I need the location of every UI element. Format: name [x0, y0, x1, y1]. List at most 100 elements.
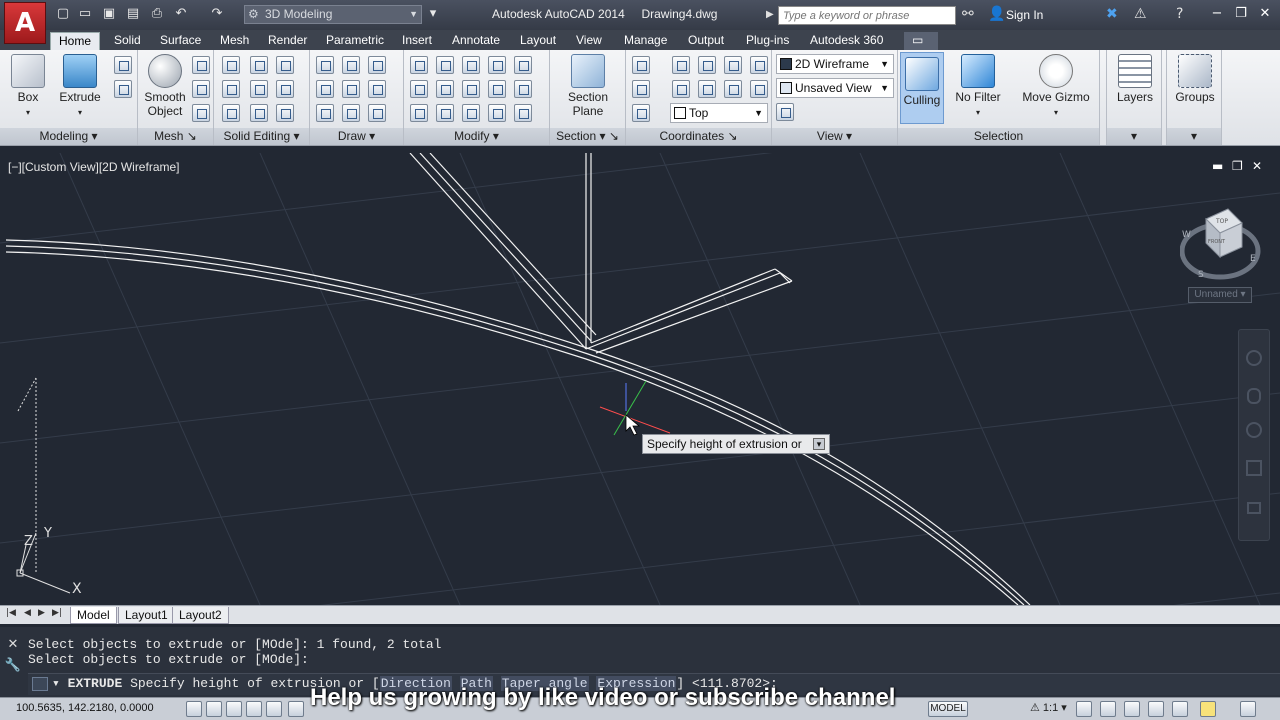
tab-layout[interactable]: Layout — [512, 32, 564, 50]
offset-icon[interactable] — [436, 80, 454, 98]
move-icon[interactable] — [316, 56, 334, 74]
options-down-icon[interactable]: ▾ — [813, 438, 825, 450]
move-gizmo-button[interactable]: Move Gizmo ▾ — [1018, 54, 1094, 118]
3d-mirror-icon[interactable] — [488, 56, 506, 74]
presspull-icon[interactable] — [114, 80, 132, 98]
mesh-smooth-more-icon[interactable] — [192, 56, 210, 74]
tab-solid[interactable]: Solid — [106, 32, 149, 50]
panel-title-draw[interactable]: Draw ▾ — [310, 128, 403, 145]
recent-commands-icon[interactable] — [32, 676, 48, 691]
3d-rotate-icon[interactable] — [462, 56, 480, 74]
groups-expand[interactable]: ▾ — [1167, 128, 1221, 145]
layers-button[interactable]: Layers — [1113, 54, 1157, 104]
ucs-zaxis-icon[interactable] — [724, 80, 742, 98]
spline-icon[interactable] — [316, 80, 334, 98]
ucs-origin-icon[interactable] — [632, 104, 650, 122]
view-direction-select[interactable]: Top ▼ — [670, 103, 768, 123]
panel-title-modify[interactable]: Modify ▾ — [404, 128, 549, 145]
named-ucs-menu[interactable]: Unnamed ▾ — [1188, 287, 1252, 303]
slice-icon[interactable] — [250, 104, 268, 122]
groups-button[interactable]: Groups — [1173, 54, 1217, 104]
panel-title-section[interactable]: Section ▾ ↘ — [550, 128, 625, 145]
lock-icon[interactable] — [1124, 701, 1140, 717]
3d-scale-icon[interactable] — [514, 56, 532, 74]
stretch-icon[interactable] — [436, 104, 454, 122]
model-space-button[interactable]: MODEL — [928, 701, 968, 717]
polar-tracking-icon[interactable] — [266, 701, 282, 717]
undo-icon[interactable]: ↶ — [172, 6, 190, 22]
rotate-icon[interactable] — [342, 56, 360, 74]
panel-title-coordinates[interactable]: Coordinates ↘ — [626, 128, 771, 145]
panel-title-modeling[interactable]: Modeling ▾ — [0, 128, 137, 145]
pencil-icon[interactable] — [410, 104, 428, 122]
join-icon[interactable] — [514, 104, 532, 122]
polygon-icon[interactable] — [316, 104, 334, 122]
redo-icon[interactable]: ↷ — [208, 6, 226, 22]
array-icon[interactable] — [488, 80, 506, 98]
culling-button[interactable]: Culling — [900, 52, 944, 124]
clean-screen-icon[interactable] — [1240, 701, 1256, 717]
grid-display-icon[interactable] — [226, 701, 242, 717]
tab-home[interactable]: Home — [50, 32, 101, 50]
no-filter-button[interactable]: No Filter ▾ — [950, 54, 1006, 118]
compass-east[interactable]: E — [1250, 254, 1256, 264]
showmotion-icon[interactable] — [1247, 502, 1261, 514]
ucs-view-icon[interactable] — [750, 80, 768, 98]
fillet-icon[interactable] — [410, 56, 428, 74]
qat-dropdown-icon[interactable]: ▾ — [424, 6, 442, 22]
coordinate-display[interactable]: 100.5635, 142.2180, 0.0000 — [16, 702, 154, 714]
new-icon[interactable]: ▢ — [54, 6, 72, 22]
named-view-select[interactable]: Unsaved View ▼ — [776, 78, 894, 98]
circle-icon[interactable] — [368, 80, 386, 98]
tab-output[interactable]: Output — [680, 32, 732, 50]
application-menu-button[interactable]: A — [4, 2, 46, 44]
layers-expand[interactable]: ▾ — [1107, 128, 1161, 145]
erase-icon[interactable] — [410, 80, 428, 98]
tab-manage[interactable]: Manage — [616, 32, 675, 50]
mesh-smooth-less-icon[interactable] — [192, 80, 210, 98]
ucs-z-icon[interactable] — [750, 56, 768, 74]
tab-autodesk-360[interactable]: Autodesk 360 — [802, 32, 891, 50]
help-menu-icon[interactable]: ⚠ — [1134, 6, 1147, 22]
tab-mesh[interactable]: Mesh — [212, 32, 257, 50]
tab-view[interactable]: View — [568, 32, 610, 50]
tab-layout1[interactable]: Layout1 — [118, 607, 175, 624]
visual-style-select[interactable]: 2D Wireframe ▼ — [776, 54, 894, 74]
annotation-visibility-icon[interactable] — [1076, 701, 1092, 717]
hardware-acceleration-icon[interactable] — [1148, 701, 1164, 717]
viewport-close-icon[interactable]: ✕ — [1252, 159, 1262, 173]
object-snap-icon[interactable] — [288, 701, 304, 717]
polysolid-icon[interactable] — [114, 56, 132, 74]
extrude-faces-icon[interactable] — [276, 56, 294, 74]
3d-move-icon[interactable] — [436, 56, 454, 74]
tab-insert[interactable]: Insert — [394, 32, 440, 50]
binoculars-icon[interactable]: ⚯ — [962, 6, 974, 22]
print-icon[interactable]: ⎙ — [148, 6, 166, 22]
expand-icon[interactable]: ▶ — [766, 9, 774, 20]
ortho-mode-icon[interactable] — [246, 701, 262, 717]
ucs-3point-icon[interactable] — [698, 80, 716, 98]
ucs-x-icon[interactable] — [698, 56, 716, 74]
save-icon[interactable]: ▣ — [100, 6, 118, 22]
ucs-face-icon[interactable] — [632, 80, 650, 98]
viewcube[interactable]: TOP FRONT W S E — [1180, 203, 1262, 283]
panel-title-view[interactable]: View ▾ — [772, 128, 897, 145]
viewport-maximize-icon[interactable]: ❐ — [1232, 159, 1243, 173]
separate-icon[interactable] — [276, 80, 294, 98]
subtract-icon[interactable] — [222, 80, 240, 98]
explode-icon[interactable] — [488, 104, 506, 122]
ucs-icon[interactable] — [632, 56, 650, 74]
infer-constraints-icon[interactable] — [186, 701, 202, 717]
compass-south[interactable]: S — [1198, 270, 1204, 280]
intersect-icon[interactable] — [222, 104, 240, 122]
tab-annotate[interactable]: Annotate — [444, 32, 508, 50]
ribbon-toggle-icon[interactable]: ▭ ▾ — [904, 32, 938, 64]
viewport-minimize-icon[interactable]: ▬ — [1212, 159, 1223, 173]
snap-mode-icon[interactable] — [206, 701, 222, 717]
panel-title-mesh[interactable]: Mesh ↘ — [138, 128, 213, 145]
ucs-world-icon[interactable] — [672, 56, 690, 74]
arc-icon[interactable] — [368, 56, 386, 74]
hatch-icon[interactable] — [368, 104, 386, 122]
close-button[interactable]: ✕ — [1254, 5, 1276, 23]
imprint-icon[interactable] — [250, 80, 268, 98]
